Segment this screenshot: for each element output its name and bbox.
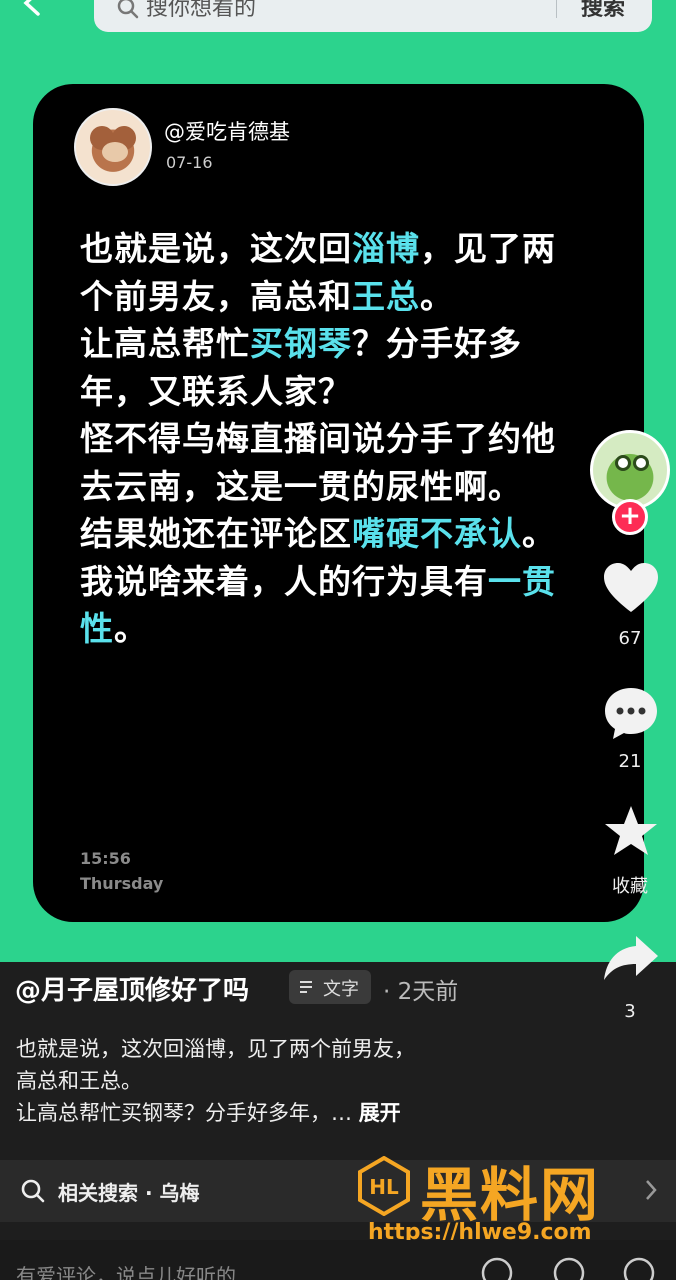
sticker-icon[interactable] (480, 1256, 514, 1280)
search-button[interactable]: 搜索 (581, 0, 625, 22)
share-count: 3 (624, 1001, 636, 1022)
star-icon[interactable] (602, 803, 660, 861)
share-icon[interactable] (602, 930, 660, 988)
post-username[interactable]: @月子屋顶修好了吗 (15, 970, 249, 1007)
highlight-term[interactable]: 王总 (352, 277, 420, 316)
search-icon (21, 1179, 45, 1203)
search-box[interactable]: 搜你想看的 搜索 (94, 0, 652, 32)
comment-input[interactable]: 有爱评论，说点儿好听的 (16, 1260, 236, 1280)
highlight-term[interactable]: 淄博 (352, 229, 420, 268)
svg-text:HL: HL (369, 1175, 399, 1199)
media-stage[interactable]: @爱吃肯德基 07-16 也就是说，这次回淄博，见了两个前男友，高总和王总。 让高… (0, 40, 676, 962)
emoji-icon[interactable] (622, 1256, 656, 1280)
top-bar: 搜你想看的 搜索 (0, 0, 676, 40)
body-segment: 结果她还在评论区 (80, 514, 352, 553)
body-segment: 我说啥来着，人的行为具有 (80, 561, 488, 601)
post-time: · 2天前 (383, 979, 459, 1005)
text-icon (300, 981, 312, 993)
post-description[interactable]: 也就是说，这次回淄博，见了两个前男友， 高总和王总。 让高总帮忙买钢琴？分手好多… (16, 1033, 536, 1129)
related-search-text: 相关搜索 · 乌梅 (58, 1181, 200, 1205)
body-segment: 。 (420, 276, 454, 316)
watermark-logo-icon: HL (358, 1156, 410, 1216)
card-avatar (74, 108, 152, 186)
favorite-label: 收藏 (612, 876, 648, 897)
search-input[interactable]: 搜你想看的 (146, 0, 256, 22)
content-type-tag[interactable]: 文字 (289, 970, 371, 1004)
comment-count: 21 (618, 751, 642, 772)
body-segment: 也就是说，这次回 (80, 229, 352, 268)
expand-button[interactable]: 展开 (359, 1101, 401, 1125)
creator-avatar[interactable] (590, 430, 670, 510)
card-day: Thursday (80, 874, 164, 893)
highlight-term[interactable]: 嘴硬不承认 (352, 514, 522, 553)
comment-icon[interactable] (602, 684, 660, 742)
tag-label: 文字 (323, 979, 359, 1000)
highlight-term[interactable]: 买钢琴 (250, 324, 352, 363)
back-icon[interactable] (18, 0, 48, 18)
search-icon (117, 0, 139, 19)
body-segment: 怪不得乌梅直播间说分手了约他去云南，这是一贯的尿性啊。 (80, 419, 556, 506)
heart-icon[interactable] (602, 560, 660, 618)
comment-bar[interactable]: 有爱评论，说点儿好听的 (0, 1240, 676, 1280)
desc-line: 高总和王总。 (16, 1069, 142, 1093)
search-divider (556, 0, 557, 18)
desc-line: 让高总帮忙买钢琴？分手好多年，… 展开 (16, 1101, 401, 1125)
body-segment: 。 (522, 514, 556, 553)
chevron-right-icon (646, 1180, 657, 1200)
follow-button[interactable]: + (612, 499, 648, 535)
card-date: 07-16 (166, 153, 213, 172)
body-segment: 。 (114, 609, 148, 648)
card-time: 15:56 (80, 849, 131, 868)
like-count: 67 (618, 628, 642, 649)
desc-line: 也就是说，这次回淄博，见了两个前男友， (16, 1037, 415, 1061)
card-author: @爱吃肯德基 (164, 120, 290, 144)
mention-icon[interactable] (552, 1256, 586, 1280)
card-body-text: 也就是说，这次回淄博，见了两个前男友，高总和王总。 让高总帮忙买钢琴？分手好多年，… (80, 225, 580, 653)
body-segment: 让高总帮忙 (80, 324, 250, 363)
post-card: @爱吃肯德基 07-16 也就是说，这次回淄博，见了两个前男友，高总和王总。 让高… (33, 84, 644, 922)
